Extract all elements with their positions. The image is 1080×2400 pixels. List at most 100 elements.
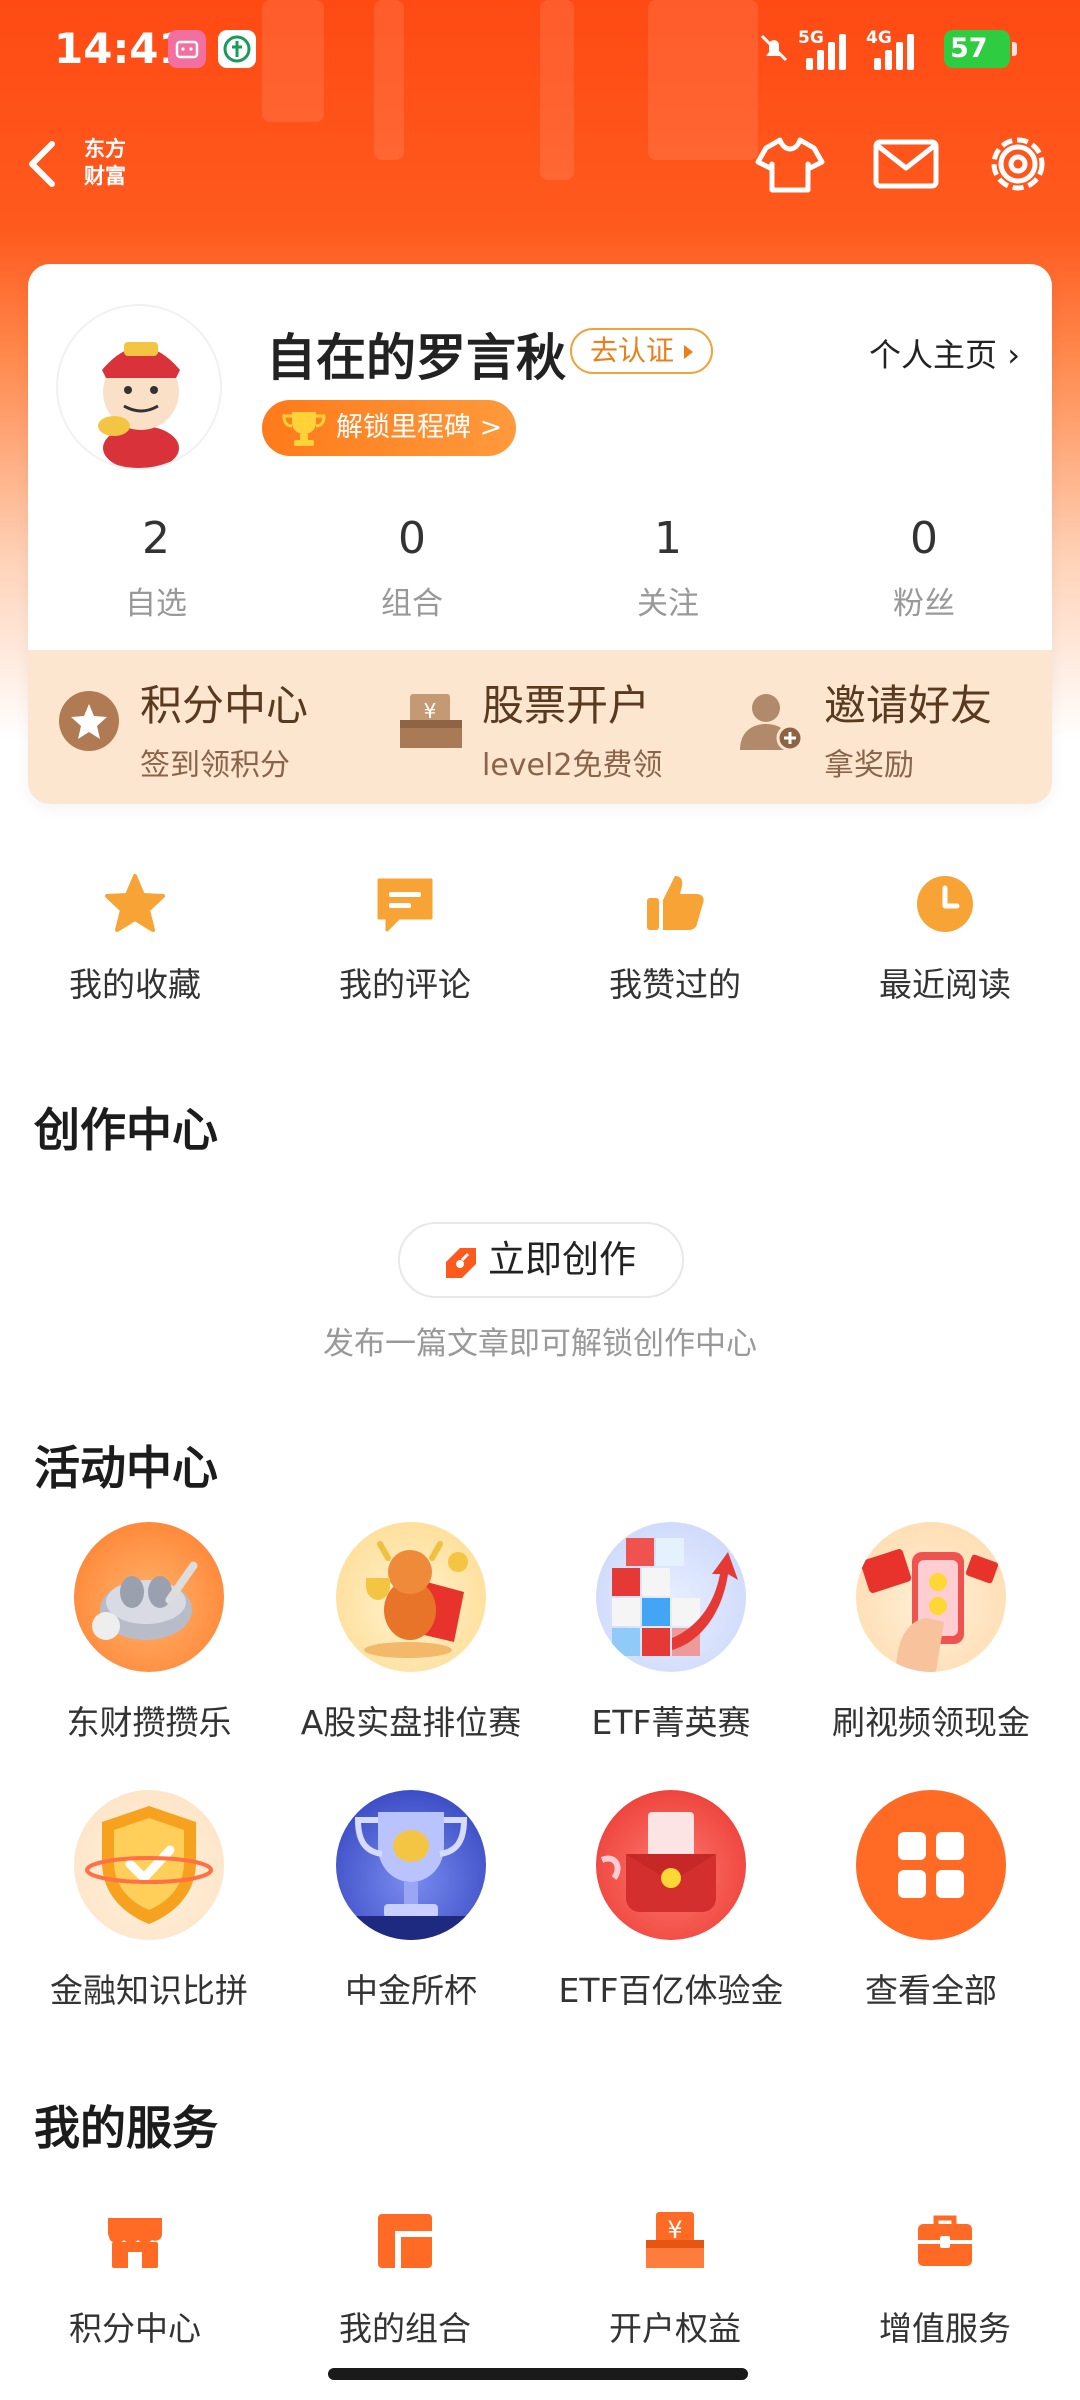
invite-user-icon <box>740 694 804 752</box>
create-button[interactable]: 立即创作 <box>398 1222 684 1298</box>
perk-subtitle: 拿奖励 <box>824 748 914 783</box>
shield-activity-icon <box>74 1790 224 1940</box>
service-label: 增值服务 <box>879 2309 1011 2348</box>
activity-item[interactable]: 中金所杯 <box>280 1790 542 2012</box>
cash-box-icon: ¥ <box>400 694 462 748</box>
grid-icon <box>856 1790 1006 1940</box>
activity-label: 刷视频领现金 <box>832 1703 1030 1742</box>
service-label: 开户权益 <box>609 2309 741 2348</box>
activity-label: 查看全部 <box>865 1971 997 2010</box>
message-button[interactable] <box>870 130 942 198</box>
stat-value: 2 <box>142 513 170 564</box>
chevron-left-icon <box>29 141 55 187</box>
stat-portfolio[interactable]: 0 组合 <box>284 512 540 623</box>
stat-label: 自选 <box>125 586 187 622</box>
activity-label: 金融知识比拼 <box>50 1971 248 2010</box>
gear-icon <box>991 137 1045 191</box>
bull-trophy-activity-icon <box>336 1522 486 1672</box>
mute-icon <box>756 30 792 66</box>
quick-liked[interactable]: 我赞过的 <box>540 866 810 1006</box>
activity-label: ETF百亿体验金 <box>558 1971 784 2010</box>
quick-favorites[interactable]: 我的收藏 <box>0 866 270 1006</box>
activity-label: 中金所杯 <box>345 1971 477 2010</box>
app-logo: 东方 财富 <box>84 136 144 190</box>
service-value-added[interactable]: 增值服务 <box>810 2210 1080 2350</box>
activity-item[interactable]: A股实盘排位赛 <box>280 1522 542 1744</box>
wallet-app-icon <box>218 30 256 68</box>
stat-value: 0 <box>398 513 426 564</box>
avatar[interactable] <box>56 304 222 470</box>
perk-invite-friends[interactable]: 邀请好友 拿奖励 <box>712 650 1052 804</box>
red-envelope-activity-icon <box>596 1790 746 1940</box>
quick-label: 我的评论 <box>339 965 471 1004</box>
home-indicator[interactable] <box>328 2368 748 2380</box>
activity-item[interactable]: ETF菁英赛 <box>540 1522 802 1744</box>
battery-level: 57 <box>950 33 988 64</box>
milestone-button[interactable]: 解锁里程碑 > <box>262 400 516 456</box>
portfolio-icon <box>378 2214 432 2268</box>
perk-subtitle: level2免费领 <box>482 748 663 783</box>
stat-value: 1 <box>654 513 682 564</box>
perk-subtitle: 签到领积分 <box>140 748 290 783</box>
activity-view-all[interactable]: 查看全部 <box>800 1790 1062 2012</box>
thumbs-up-icon <box>647 876 704 930</box>
stat-following[interactable]: 1 关注 <box>540 512 796 623</box>
quick-label: 我的收藏 <box>69 965 201 1004</box>
video-cash-activity-icon <box>856 1522 1006 1672</box>
mail-icon <box>873 139 939 189</box>
verify-button[interactable]: 去认证 <box>570 328 714 374</box>
activity-item[interactable]: ETF百亿体验金 <box>540 1790 802 2012</box>
perk-open-account[interactable]: ¥ 股票开户 level2免费领 <box>368 650 712 804</box>
profile-card: 自在的罗言秋 去认证 个人主页 › 解锁里程碑 > 2 自选 0 组合 1 关注… <box>28 264 1052 804</box>
service-my-portfolio[interactable]: 我的组合 <box>270 2210 540 2350</box>
quick-recent[interactable]: 最近阅读 <box>810 866 1080 1006</box>
activity-label: ETF菁英赛 <box>591 1703 751 1742</box>
comment-icon <box>377 878 433 932</box>
section-title-activities: 活动中心 <box>34 1441 218 1495</box>
stat-value: 0 <box>910 513 938 564</box>
section-title-creation: 创作中心 <box>34 1103 218 1157</box>
account-benefit-icon: ¥ <box>646 2212 704 2268</box>
perks-bar: 积分中心 签到领积分 ¥ 股票开户 level2免费领 邀请好友 拿奖励 <box>28 650 1052 804</box>
battery-indicator: 57 <box>944 30 1017 68</box>
stat-label: 组合 <box>381 586 443 622</box>
service-label: 我的组合 <box>339 2309 471 2348</box>
svg-text:¥: ¥ <box>424 699 437 723</box>
perk-title: 股票开户 <box>482 681 651 730</box>
star-icon <box>105 874 165 932</box>
perk-title: 积分中心 <box>140 681 309 730</box>
create-button-label: 立即创作 <box>488 1238 636 1281</box>
rubik-cube-activity-icon <box>596 1522 746 1672</box>
briefcase-icon <box>918 2215 972 2266</box>
back-button[interactable] <box>18 136 68 192</box>
quick-label: 最近阅读 <box>879 965 1011 1004</box>
service-account-benefits[interactable]: ¥ 开户权益 <box>540 2210 810 2350</box>
activity-label: 东财攒攒乐 <box>66 1703 232 1742</box>
activity-item[interactable]: 金融知识比拼 <box>18 1790 280 2012</box>
activity-item[interactable]: 东财攒攒乐 <box>18 1522 280 1744</box>
earbuds-activity-icon <box>74 1522 224 1672</box>
settings-button[interactable] <box>982 130 1054 198</box>
section-title-services: 我的服务 <box>34 2101 218 2155</box>
milestone-label: 解锁里程碑 > <box>336 412 503 443</box>
quick-label: 我赞过的 <box>609 965 741 1004</box>
service-points-center[interactable]: 积分中心 <box>0 2210 270 2350</box>
quick-comments[interactable]: 我的评论 <box>270 866 540 1006</box>
logo-line: 财富 <box>84 164 126 188</box>
create-hint: 发布一篇文章即可解锁创作中心 <box>323 1326 757 1362</box>
stat-followers[interactable]: 0 粉丝 <box>796 512 1052 623</box>
logo-line: 东方 <box>84 137 126 161</box>
points-star-icon <box>59 691 119 751</box>
perk-points-center[interactable]: 积分中心 签到领积分 <box>28 650 368 804</box>
skin-button[interactable] <box>754 130 826 198</box>
stat-label: 关注 <box>637 586 699 622</box>
homepage-link[interactable]: 个人主页 › <box>869 330 1020 376</box>
status-bar: 14:41 5G 4G 57 <box>0 0 1080 100</box>
svg-text:¥: ¥ <box>667 2216 682 2244</box>
stat-watchlist[interactable]: 2 自选 <box>28 512 284 623</box>
activity-item[interactable]: 刷视频领现金 <box>800 1522 1062 1744</box>
perk-title: 邀请好友 <box>824 681 993 730</box>
trophy-cup-activity-icon <box>336 1790 486 1940</box>
signal-icon <box>806 26 846 70</box>
signal-icon <box>874 26 914 70</box>
